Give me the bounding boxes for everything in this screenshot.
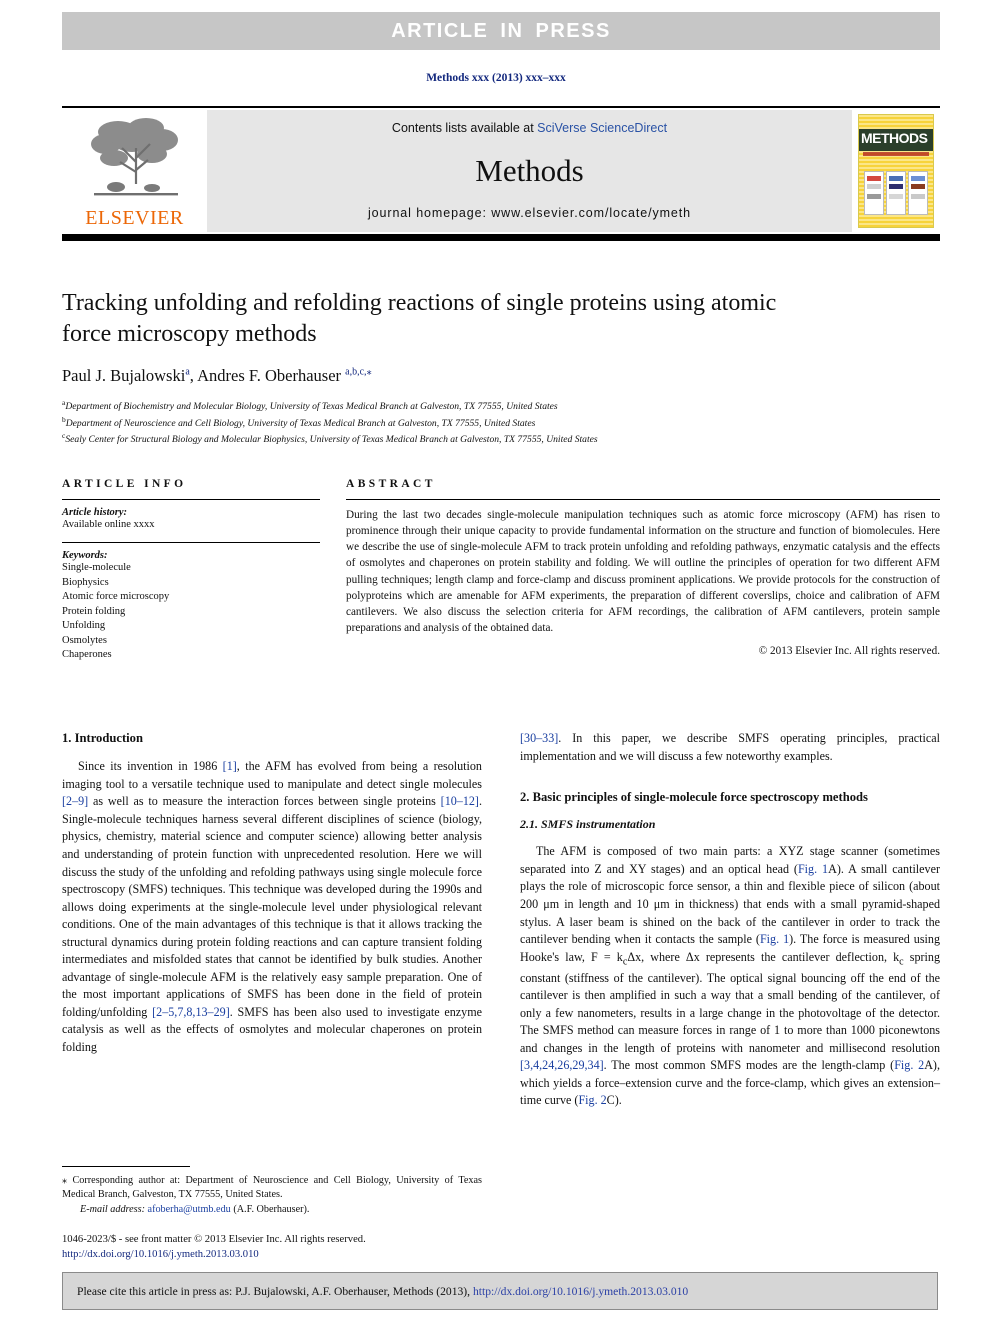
article-in-press-label: ARTICLE IN PRESS	[391, 19, 611, 42]
masthead-top-rule	[62, 106, 940, 108]
article-info-column: ARTICLE INFO Article history: Available …	[62, 478, 320, 663]
cover-figure	[864, 171, 884, 215]
contents-prefix: Contents lists available at	[391, 121, 538, 135]
citation-ref[interactable]: [2–9]	[62, 794, 88, 808]
page-title: Tracking unfolding and refolding reactio…	[62, 290, 777, 347]
cite-article-banner: Please cite this article in press as: P.…	[62, 1272, 938, 1310]
article-history-value: Available online xxxx	[62, 519, 155, 530]
figure-ref[interactable]: Fig. 2	[578, 1093, 606, 1107]
author-mark-second: a,b,c,⁎	[345, 366, 372, 378]
keyword-item: Atomic force microscopy	[62, 591, 170, 603]
author-name-second: Andres F. Oberhauser	[197, 366, 342, 386]
info-abstract-row: ARTICLE INFO Article history: Available …	[62, 478, 940, 663]
divider	[62, 542, 320, 544]
journal-reference-line: Methods xxx (2013) xxx–xxx	[426, 72, 566, 84]
citation-ref[interactable]: [3,4,24,26,29,34]	[520, 1058, 604, 1072]
contents-line: Contents lists available at SciVerse Sci…	[392, 121, 667, 135]
doi-link[interactable]: http://dx.doi.org/10.1016/j.ymeth.2013.0…	[62, 1247, 502, 1262]
text-run: spring constant (stiffness of the cantil…	[520, 949, 940, 1055]
affiliations: aDepartment of Biochemistry and Molecula…	[62, 398, 822, 446]
text-run: . Single-molecule techniques harness sev…	[62, 794, 482, 1019]
elsevier-tree-icon	[91, 118, 178, 196]
cover-journal-title: METHODS	[861, 130, 928, 146]
figure-ref[interactable]: Fig. 2	[894, 1058, 924, 1072]
article-in-press-banner: ARTICLE IN PRESS	[62, 12, 940, 50]
cover-figure-strip	[864, 171, 928, 215]
text-run: Δx, where Δx represents the cantilever d…	[627, 949, 900, 964]
abstract-column: ABSTRACT During the last two decades sin…	[346, 478, 940, 663]
cover-figure	[886, 171, 906, 215]
journal-cover-image: METHODS	[858, 114, 934, 228]
body-column-right: [30–33]. In this paper, we describe SMFS…	[520, 730, 940, 1114]
text-run: Since its invention in 1986	[78, 759, 223, 774]
cover-figure	[908, 171, 928, 215]
corresponding-author-text: Corresponding author at: Department of N…	[62, 1175, 482, 1201]
issn-line: 1046-2023/$ - see front matter © 2013 El…	[62, 1234, 366, 1245]
affiliation-text: Sealy Center for Structural Biology and …	[65, 433, 598, 445]
cover-subtitle-bar	[863, 152, 929, 156]
masthead-bottom-rule	[62, 234, 940, 241]
keywords-label: Keywords:	[62, 550, 108, 562]
body-columns: 1. Introduction Since its invention in 1…	[62, 730, 940, 1114]
footnote-divider	[62, 1166, 190, 1167]
section-heading-introduction: 1. Introduction	[62, 731, 143, 745]
keyword-item: Biophysics	[62, 576, 109, 588]
keywords-list: Single-molecule Biophysics Atomic force …	[62, 561, 320, 662]
section-heading-basic-principles: 2. Basic principles of single-molecule f…	[520, 790, 868, 805]
keyword-item: Unfolding	[62, 620, 106, 632]
issn-copyright-block: 1046-2023/$ - see front matter © 2013 El…	[62, 1232, 502, 1262]
corresponding-author-footnote: ⁎ Corresponding author at: Department of…	[62, 1174, 482, 1217]
introduction-continuation: [30–33]. In this paper, we describe SMFS…	[520, 730, 940, 765]
figure-ref[interactable]: Fig. 1	[760, 932, 789, 946]
divider	[62, 499, 320, 500]
citation-ref[interactable]: [30–33]	[520, 731, 558, 745]
email-link[interactable]: afoberha@utmb.edu	[148, 1204, 231, 1215]
author-list: Paul J. Bujalowskia, Andres F. Oberhause…	[62, 366, 822, 386]
journal-cover-thumbnail: METHODS	[852, 110, 940, 232]
author-name-first: Paul J. Bujalowski	[62, 366, 186, 386]
citation-ref[interactable]: [1]	[223, 759, 237, 773]
email-suffix: (A.F. Oberhauser).	[230, 1203, 310, 1215]
affiliation-item: cSealy Center for Structural Biology and…	[62, 431, 822, 447]
subsection-heading-smfs-instrumentation: 2.1. SMFS instrumentation	[520, 817, 656, 832]
keyword-item: Osmolytes	[62, 634, 107, 646]
divider	[346, 499, 940, 500]
citation-ref[interactable]: [2–5,7,8,13–29]	[152, 1005, 230, 1019]
sciencedirect-link[interactable]: SciVerse ScienceDirect	[537, 121, 667, 135]
cite-article-text: Please cite this article in press as: P.…	[63, 1285, 688, 1298]
journal-masthead: ELSEVIER Contents lists available at Sci…	[62, 110, 940, 232]
text-run: as well as to measure the interaction fo…	[88, 794, 441, 809]
article-history-label: Article history:	[62, 507, 128, 518]
affiliation-text: Department of Biochemistry and Molecular…	[65, 401, 558, 413]
affiliation-text: Department of Neuroscience and Cell Biol…	[65, 417, 536, 429]
elsevier-logo: ELSEVIER	[62, 110, 207, 232]
cite-doi-link[interactable]: http://dx.doi.org/10.1016/j.ymeth.2013.0…	[473, 1285, 688, 1298]
text-run: C).	[606, 1093, 622, 1108]
smfs-instrumentation-paragraph: The AFM is composed of two main parts: a…	[520, 843, 940, 1109]
cite-prefix: Please cite this article in press as: P.…	[77, 1284, 473, 1298]
abstract-text: During the last two decades single-molec…	[346, 509, 940, 634]
paper-page: ARTICLE IN PRESS Methods xxx (2013) xxx–…	[0, 0, 992, 1323]
keyword-item: Single-molecule	[62, 562, 131, 574]
affiliation-item: aDepartment of Biochemistry and Molecula…	[62, 398, 822, 414]
text-run: . In this paper, we describe SMFS operat…	[520, 731, 940, 763]
masthead-center: Contents lists available at SciVerse Sci…	[207, 110, 852, 232]
journal-homepage[interactable]: journal homepage: www.elsevier.com/locat…	[368, 206, 691, 220]
figure-ref[interactable]: Fig. 1	[798, 862, 828, 876]
abstract-copyright: © 2013 Elsevier Inc. All rights reserved…	[758, 645, 940, 657]
author-separator: ,	[189, 366, 198, 386]
title-block: Tracking unfolding and refolding reactio…	[62, 288, 822, 447]
journal-title: Methods	[475, 153, 584, 188]
abstract-heading: ABSTRACT	[346, 478, 436, 490]
citation-ref[interactable]: [10–12]	[441, 794, 479, 808]
elsevier-wordmark: ELSEVIER	[85, 207, 184, 229]
article-info-heading: ARTICLE INFO	[62, 478, 187, 490]
body-column-left: 1. Introduction Since its invention in 1…	[62, 730, 482, 1114]
affiliation-item: bDepartment of Neuroscience and Cell Bio…	[62, 415, 822, 431]
keyword-item: Protein folding	[62, 605, 126, 617]
keyword-item: Chaperones	[62, 649, 112, 661]
text-run: . The most common SMFS modes are the len…	[603, 1058, 895, 1073]
email-label: E-mail address:	[80, 1203, 145, 1215]
introduction-paragraph: Since its invention in 1986 [1], the AFM…	[62, 758, 482, 1056]
